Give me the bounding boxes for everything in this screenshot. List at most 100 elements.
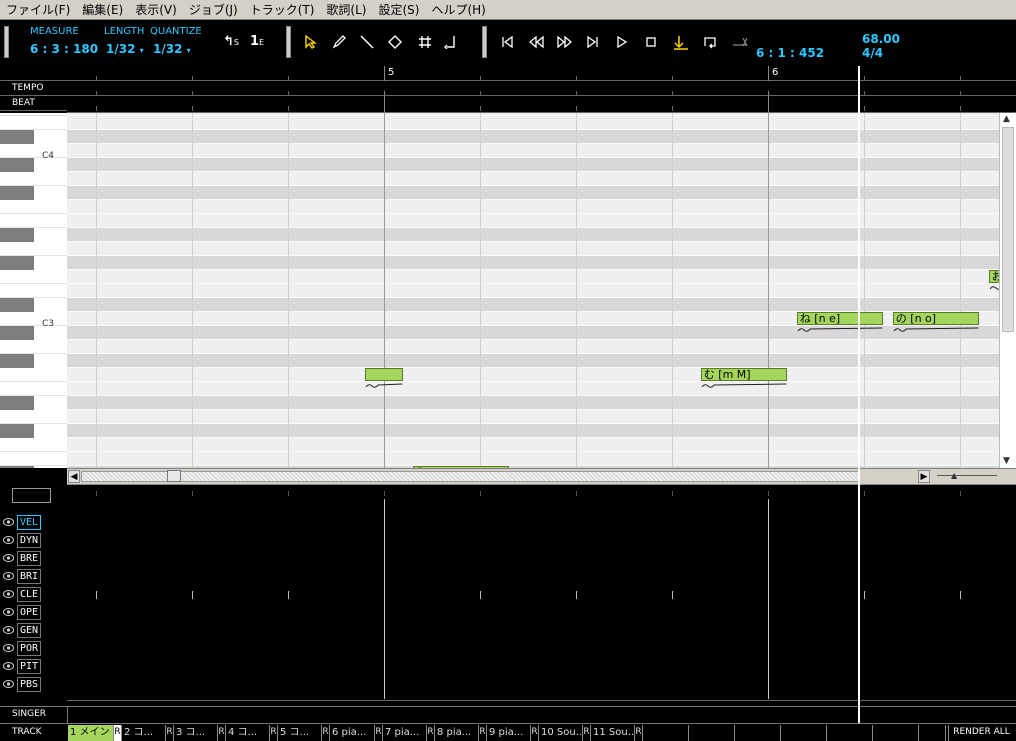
curve-button[interactable]	[440, 32, 462, 52]
note[interactable]: お [o]	[988, 270, 999, 283]
track-render-toggle[interactable]: R	[583, 725, 591, 741]
toolbar-grip[interactable]	[286, 26, 291, 58]
pointer-tool-button[interactable]	[300, 32, 322, 52]
track-render-toggle[interactable]: R	[218, 725, 226, 741]
note[interactable]: の [n o]	[892, 312, 980, 325]
note[interactable]: ね [n e]	[796, 312, 884, 325]
black-key[interactable]	[0, 354, 34, 368]
end-marker-button[interactable]: 1E	[246, 32, 268, 52]
black-key[interactable]	[0, 256, 34, 270]
track-slot[interactable]	[735, 725, 781, 741]
toolbar-grip[interactable]	[482, 26, 487, 58]
control-pbs[interactable]: PBS	[3, 676, 42, 692]
piano-keyboard[interactable]: C4 C3	[0, 113, 67, 468]
black-key[interactable]	[0, 396, 34, 410]
horizontal-scroll-thumb[interactable]	[167, 470, 181, 482]
scroll-up-icon[interactable]: ▲	[1003, 114, 1010, 124]
track-slot[interactable]	[643, 725, 689, 741]
grid-button[interactable]	[414, 32, 436, 52]
track-render-toggle[interactable]: R	[375, 725, 383, 741]
black-key[interactable]	[0, 466, 34, 468]
ruler[interactable]: 5 6	[67, 66, 1016, 121]
black-key[interactable]	[0, 326, 34, 340]
pencil-tool-button[interactable]	[328, 32, 350, 52]
track-tab[interactable]: 4 コ...	[226, 725, 270, 741]
control-por[interactable]: POR	[3, 640, 42, 656]
track-render-toggle[interactable]: R	[322, 725, 330, 741]
control-vel[interactable]: VEL	[3, 514, 42, 530]
track-slot[interactable]	[781, 725, 827, 741]
black-key[interactable]	[0, 186, 34, 200]
length-dropdown[interactable]: 1/32 ▾	[106, 42, 144, 56]
track-tab[interactable]: 5 コ...	[278, 725, 322, 741]
scroll-right-icon[interactable]: ▶	[918, 470, 930, 483]
horizontal-scrollbar[interactable]: ◀ ▶ ▲	[67, 468, 1016, 484]
track-tab[interactable]: 6 pia...	[330, 725, 375, 741]
singer-row[interactable]: SINGER	[0, 706, 1016, 724]
horizontal-scroll-track[interactable]	[81, 471, 859, 482]
eye-icon[interactable]	[3, 679, 14, 689]
fast-forward-button[interactable]	[553, 32, 575, 52]
beat-row[interactable]	[67, 96, 1016, 113]
control-gen[interactable]: GEN	[3, 622, 42, 638]
track-tab[interactable]: 2 コ...	[122, 725, 166, 741]
control-track-area[interactable]	[67, 484, 1016, 706]
menu-job[interactable]: ジョブ(J)	[183, 0, 244, 20]
black-key[interactable]	[0, 298, 34, 312]
menu-edit[interactable]: 編集(E)	[76, 0, 129, 20]
track-render-toggle[interactable]: R	[531, 725, 539, 741]
toolbar-grip[interactable]	[4, 26, 9, 58]
control-bri[interactable]: BRI	[3, 568, 42, 584]
track-render-toggle[interactable]: R	[479, 725, 487, 741]
menu-settings[interactable]: 設定(S)	[372, 0, 425, 20]
vertical-scroll-thumb[interactable]	[1002, 127, 1014, 332]
auto-scroll-button[interactable]	[669, 32, 691, 52]
control-pit[interactable]: PIT	[3, 658, 42, 674]
scroll-left-icon[interactable]: ◀	[68, 470, 80, 483]
realtime-button[interactable]	[727, 32, 749, 52]
eye-icon[interactable]	[3, 571, 14, 581]
eye-icon[interactable]	[3, 517, 14, 527]
eye-icon[interactable]	[3, 607, 14, 617]
eye-icon[interactable]	[3, 553, 14, 563]
eye-icon[interactable]	[3, 589, 14, 599]
track-tab[interactable]: 7 pia...	[383, 725, 427, 741]
quantize-dropdown[interactable]: 1/32 ▾	[153, 42, 191, 56]
measure-row[interactable]: 5 6	[67, 66, 1016, 81]
track-tab[interactable]: 10 Sou...	[539, 725, 583, 741]
track-render-toggle[interactable]: R	[635, 725, 643, 741]
black-key[interactable]	[0, 228, 34, 242]
track-render-toggle[interactable]: R	[270, 725, 278, 741]
menu-help[interactable]: ヘルプ(H)	[425, 0, 491, 20]
skip-start-button[interactable]	[496, 32, 518, 52]
line-tool-button[interactable]	[356, 32, 378, 52]
black-key[interactable]	[0, 424, 34, 438]
note[interactable]	[364, 368, 404, 381]
control-cle[interactable]: CLE	[3, 586, 42, 602]
vertical-scrollbar[interactable]: ▲ ▼	[999, 113, 1016, 468]
eye-icon[interactable]	[3, 661, 14, 671]
control-dyn[interactable]: DYN	[3, 532, 42, 548]
control-bre[interactable]: BRE	[3, 550, 42, 566]
black-key[interactable]	[0, 158, 34, 172]
track-tab[interactable]: 8 pia...	[435, 725, 479, 741]
eraser-tool-button[interactable]	[384, 32, 406, 52]
eye-icon[interactable]	[3, 643, 14, 653]
track-tab[interactable]: 9 pia...	[487, 725, 531, 741]
control-ope[interactable]: OPE	[3, 604, 42, 620]
track-render-toggle[interactable]: R	[427, 725, 435, 741]
track-slot[interactable]	[827, 725, 873, 741]
track-render-toggle[interactable]: R	[114, 725, 122, 741]
menu-file[interactable]: ファイル(F)	[0, 0, 76, 20]
zoom-slider[interactable]	[937, 475, 997, 476]
black-key[interactable]	[0, 130, 34, 144]
track-render-toggle[interactable]: R	[166, 725, 174, 741]
menu-lyrics[interactable]: 歌詞(L)	[320, 0, 372, 20]
track-tab[interactable]: 3 コ...	[174, 725, 218, 741]
skip-end-button[interactable]	[582, 32, 604, 52]
play-button[interactable]	[611, 32, 633, 52]
eye-icon[interactable]	[3, 625, 14, 635]
track-slot[interactable]	[919, 725, 946, 741]
loop-button[interactable]	[698, 32, 720, 52]
tempo-row[interactable]	[67, 81, 1016, 96]
